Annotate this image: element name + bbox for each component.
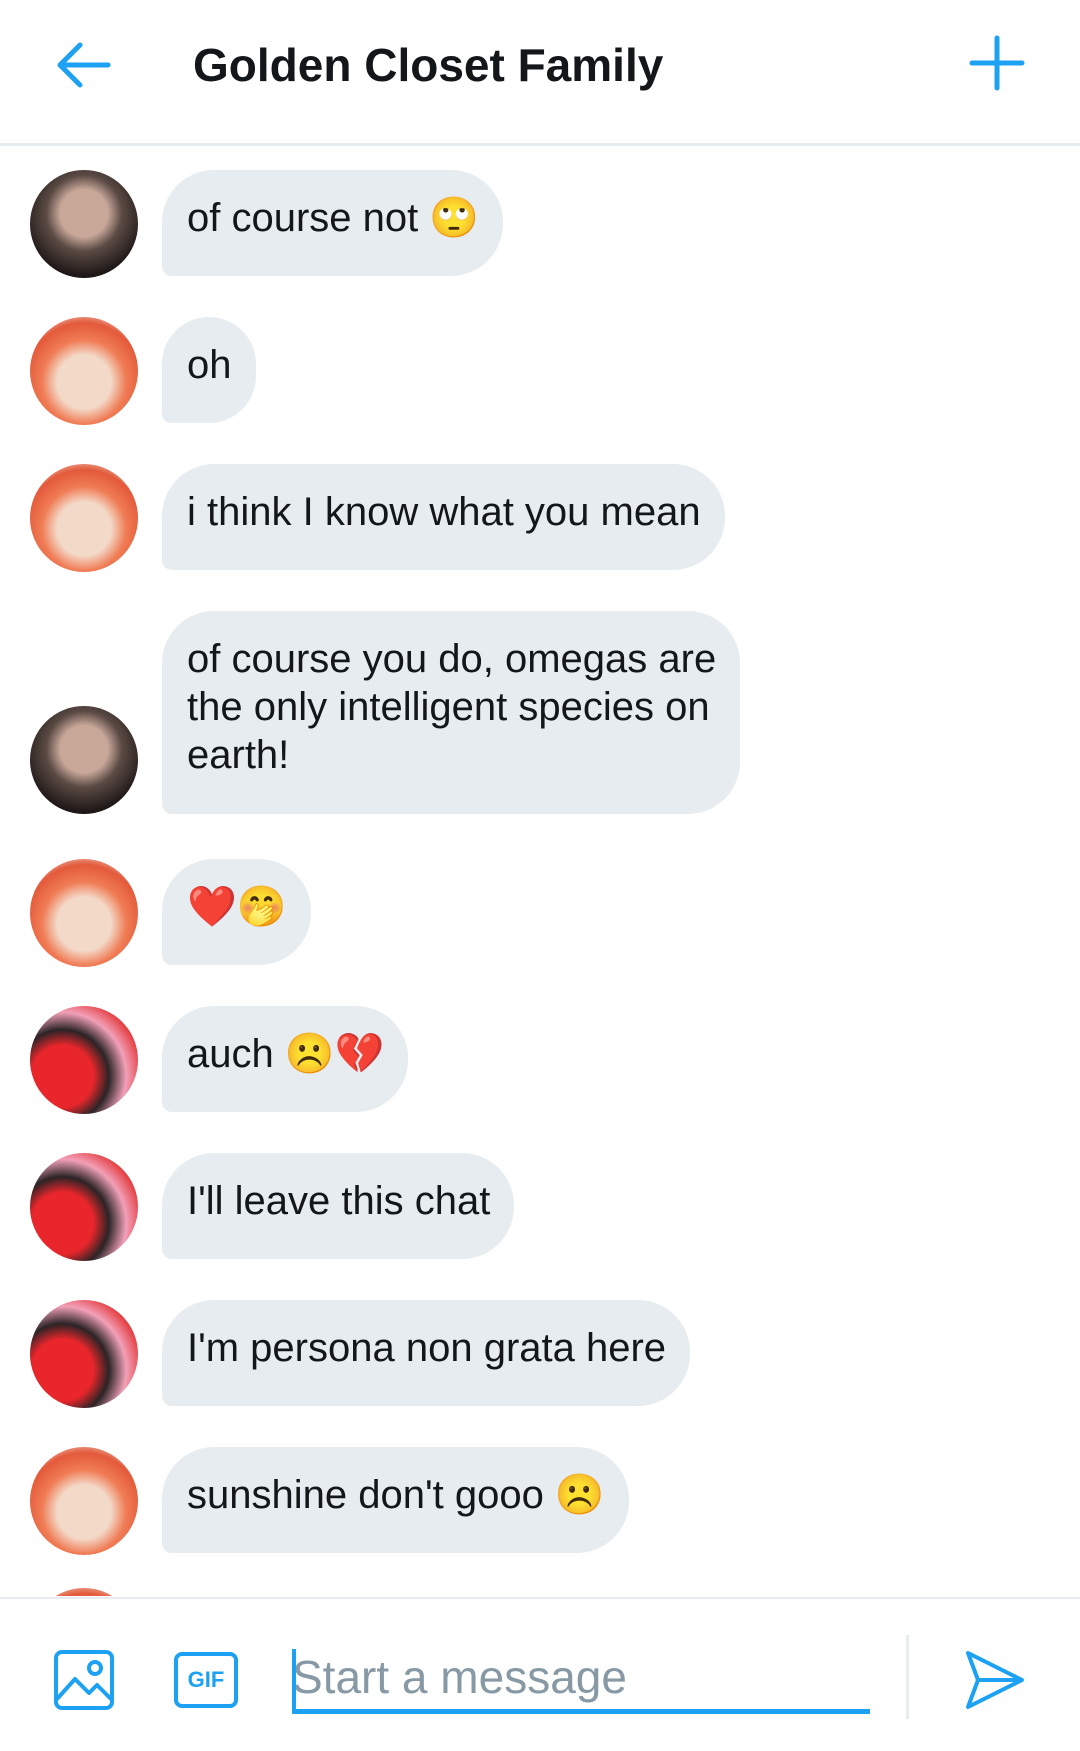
add-photo-button[interactable] (53, 1649, 115, 1711)
message-bubble[interactable]: auch ☹️💔 (162, 1006, 409, 1112)
message-input[interactable] (292, 1645, 870, 1714)
add-people-button[interactable] (962, 28, 1032, 98)
arrow-left-icon (57, 42, 111, 88)
message-composer: GIF (0, 1597, 1080, 1751)
avatar[interactable] (30, 170, 138, 278)
message-bubble[interactable]: ❤️🤭 (162, 859, 311, 965)
avatar[interactable] (30, 1447, 138, 1555)
avatar[interactable] (30, 1300, 138, 1408)
avatar[interactable] (30, 1006, 138, 1114)
text-cursor (292, 1649, 296, 1709)
message-bubble[interactable]: I'll leave this chat (162, 1153, 515, 1259)
avatar[interactable] (30, 464, 138, 572)
gif-button[interactable]: GIF (174, 1652, 238, 1708)
avatar[interactable] (30, 859, 138, 967)
image-icon (54, 1650, 114, 1710)
composer-divider (906, 1635, 909, 1719)
message-bubble[interactable]: oh (162, 317, 256, 423)
message-bubble[interactable]: sunshine don't gooo ☹️ (162, 1447, 629, 1553)
message-bubble[interactable]: i think I know what you mean (162, 464, 725, 570)
back-button[interactable] (50, 30, 120, 100)
avatar[interactable] (30, 1588, 138, 1596)
message-bubble[interactable]: of course not 🙄 (162, 170, 504, 276)
plus-icon (969, 35, 1025, 91)
send-icon (966, 1651, 1024, 1709)
send-button[interactable] (962, 1647, 1028, 1713)
avatar[interactable] (30, 1153, 138, 1261)
avatar[interactable] (30, 706, 138, 814)
message-bubble[interactable]: of course you do, omegas are the only in… (162, 611, 741, 814)
conversation-title: Golden Closet Family (193, 39, 664, 91)
chat-header: Golden Closet Family (0, 0, 1080, 146)
message-list[interactable]: of course not 🙄 oh i think I know what y… (0, 146, 1080, 1596)
message-bubble[interactable]: I'm persona non grata here (162, 1300, 691, 1406)
avatar[interactable] (30, 317, 138, 425)
